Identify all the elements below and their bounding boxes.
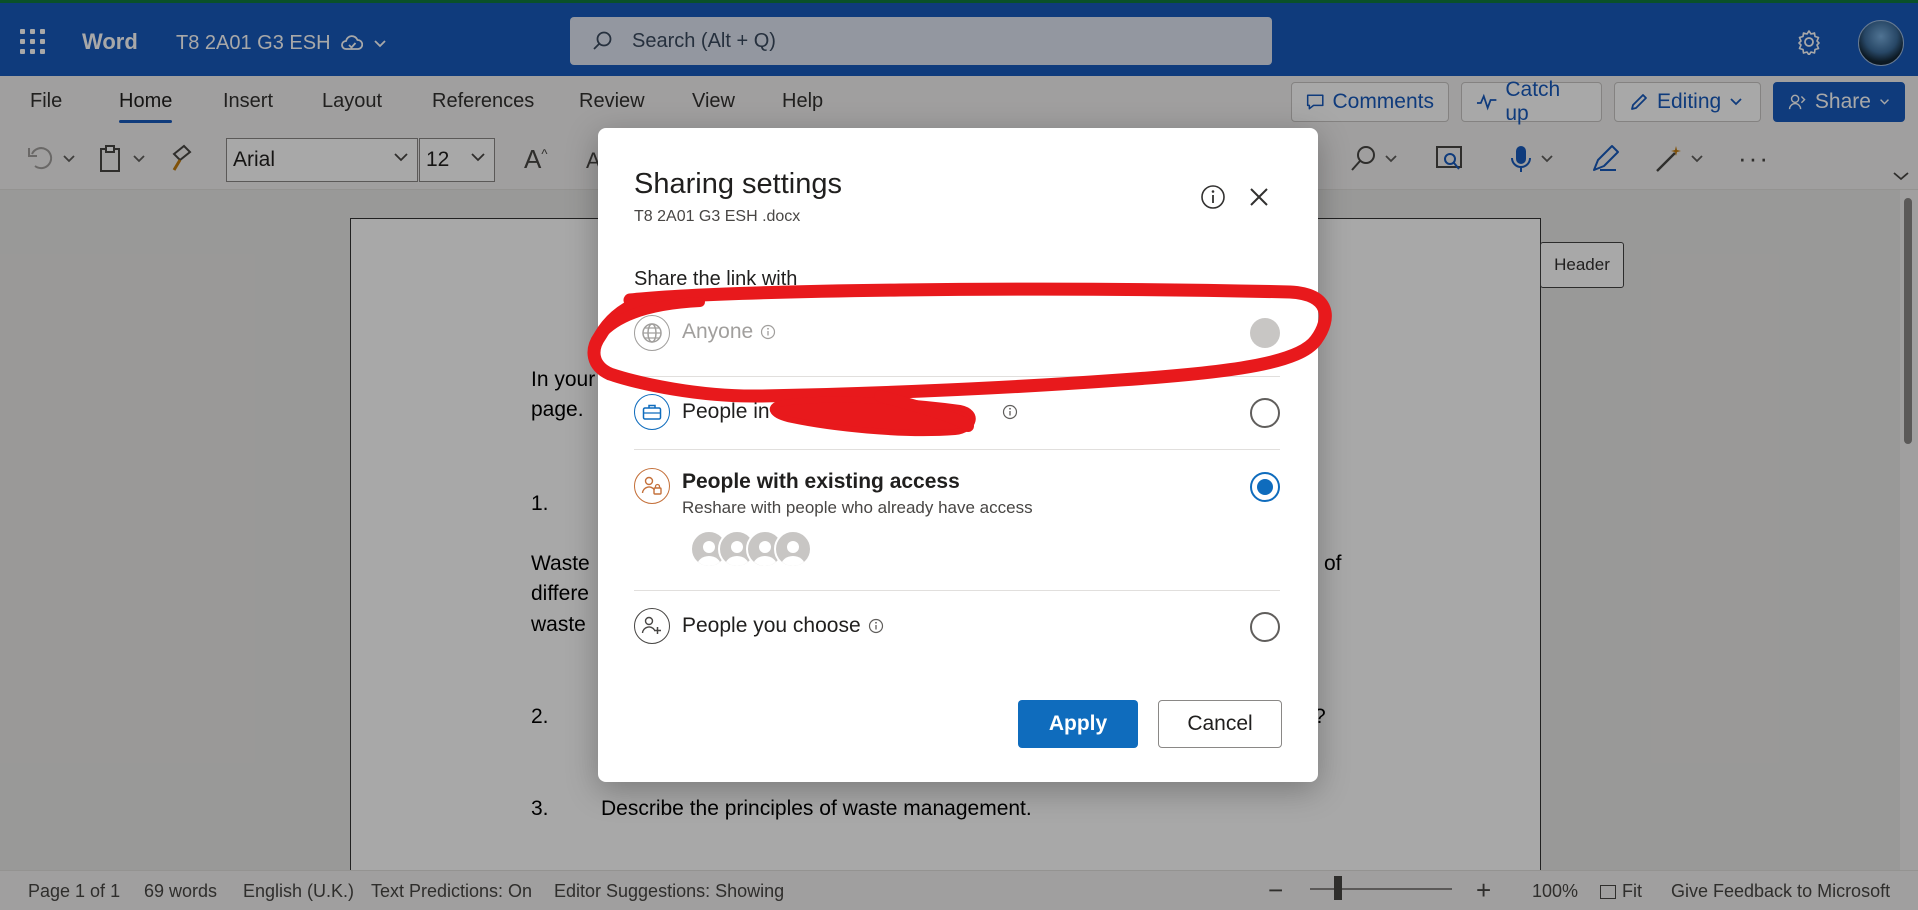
close-icon[interactable]	[1248, 186, 1270, 208]
option-anyone-text: Anyone	[682, 320, 754, 343]
option-divider	[634, 590, 1280, 591]
option-people-in-org[interactable]: People in	[634, 378, 1280, 448]
radio-people-in-org[interactable]	[1250, 398, 1280, 428]
option-people-you-choose-label: People you choose	[682, 614, 884, 638]
option-existing-access-sublabel: Reshare with people who already have acc…	[682, 498, 1033, 517]
people-add-icon	[634, 608, 670, 644]
option-people-in-org-label: People in	[682, 400, 1018, 424]
option-anyone: Anyone	[634, 306, 1280, 360]
info-small-icon	[761, 324, 776, 340]
dialog-title: Sharing settings	[634, 168, 842, 200]
briefcase-icon	[634, 394, 670, 430]
option-people-you-choose[interactable]: People you choose	[634, 592, 1280, 662]
people-lock-icon	[634, 468, 670, 504]
person-avatar-icon	[774, 530, 812, 568]
info-small-icon	[868, 618, 883, 634]
radio-people-you-choose[interactable]	[1250, 612, 1280, 642]
option-anyone-label: Anyone	[682, 320, 776, 344]
cancel-button[interactable]: Cancel	[1158, 700, 1282, 748]
radio-existing-access[interactable]	[1250, 472, 1280, 502]
option-divider	[634, 376, 1280, 377]
sharing-settings-dialog: Sharing settings T8 2A01 G3 ESH .docx Sh…	[598, 128, 1318, 782]
radio-anyone	[1250, 318, 1280, 348]
option-people-in-org-text: People in	[682, 400, 770, 423]
info-icon[interactable]	[1200, 184, 1226, 210]
shared-people-avatars[interactable]	[690, 530, 812, 568]
option-people-you-choose-text: People you choose	[682, 614, 861, 637]
info-small-icon	[1002, 404, 1017, 420]
share-with-label: Share the link with	[634, 268, 798, 290]
dialog-filename: T8 2A01 G3 ESH .docx	[634, 208, 801, 225]
apply-button[interactable]: Apply	[1018, 700, 1138, 748]
globe-icon	[634, 315, 670, 351]
option-existing-access-label: People with existing access	[682, 470, 960, 493]
option-existing-access[interactable]: People with existing access Reshare with…	[634, 450, 1280, 590]
